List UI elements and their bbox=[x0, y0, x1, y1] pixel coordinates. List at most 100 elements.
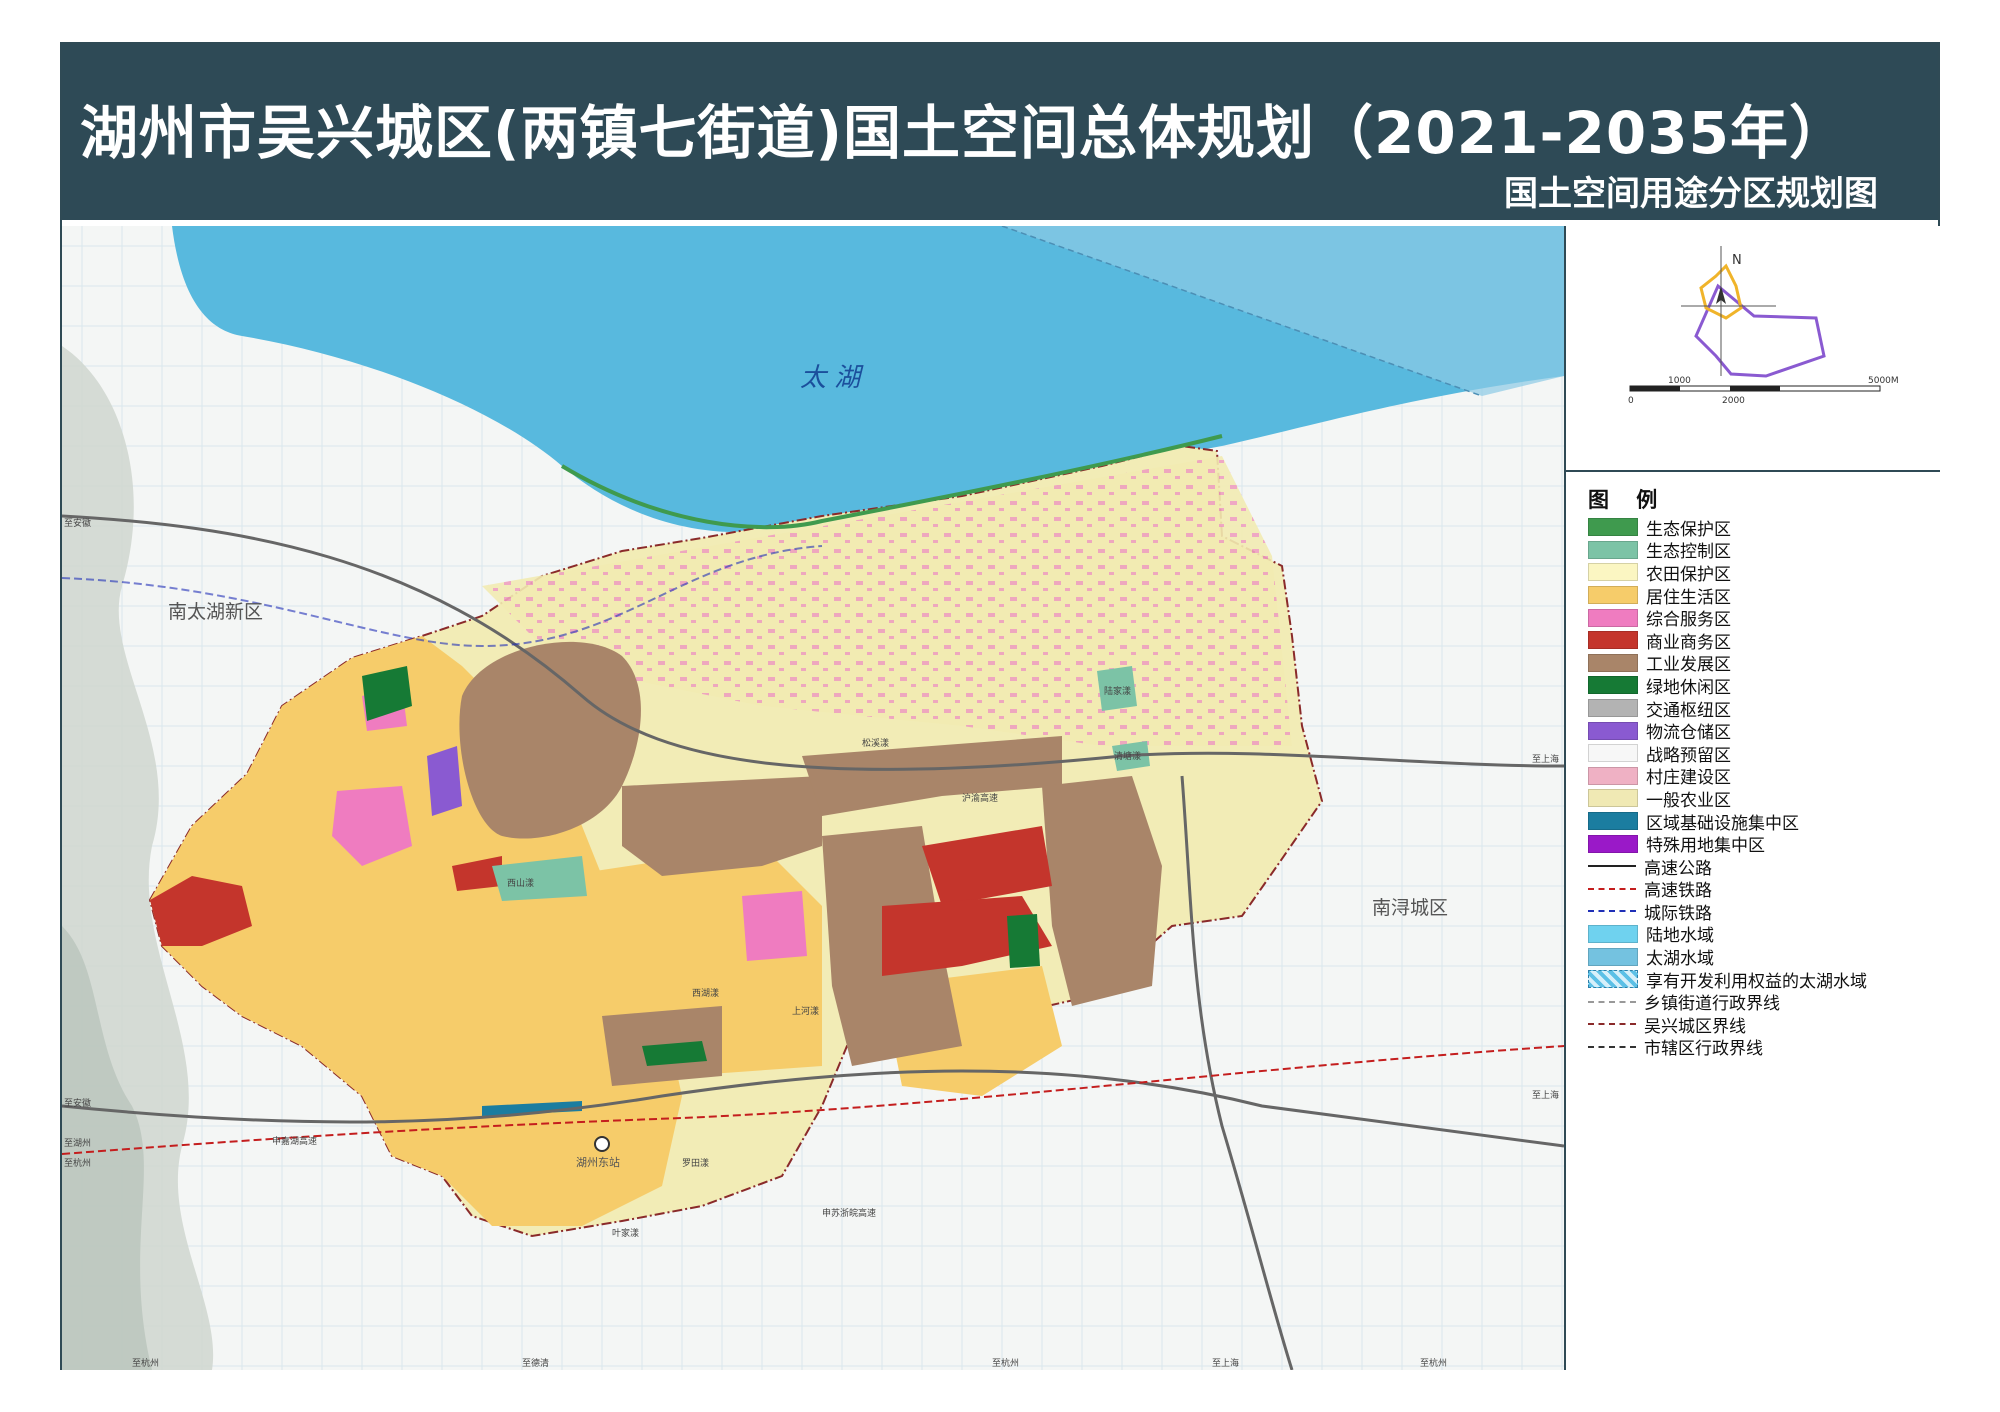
legend-label: 高速公路 bbox=[1644, 858, 1712, 879]
legend-item: 生态保护区 bbox=[1588, 516, 1867, 540]
legend-item: 居住生活区 bbox=[1588, 584, 1867, 608]
road-to-hangzhou-4: 至杭州 bbox=[1420, 1357, 1447, 1369]
legend-label: 区域基础设施集中区 bbox=[1646, 813, 1799, 834]
legend-swatch bbox=[1588, 789, 1638, 808]
legend-swatch bbox=[1588, 881, 1636, 897]
lake-label: 太 湖 bbox=[800, 363, 864, 393]
water-label-songxi: 松溪漾 bbox=[862, 737, 889, 749]
legend-label: 工业发展区 bbox=[1646, 655, 1731, 676]
legend-item: 陆地水域 bbox=[1588, 923, 1867, 946]
legend-swatch bbox=[1588, 586, 1638, 605]
north-label: N bbox=[1732, 253, 1742, 268]
scale-label-0: 0 bbox=[1628, 396, 1634, 406]
legend-swatch bbox=[1588, 518, 1638, 537]
legend-swatch bbox=[1588, 812, 1638, 831]
legend-title: 图 例 bbox=[1588, 488, 1668, 512]
map-frame: 湖州市吴兴城区(两镇七街道)国土空间总体规划（2021-2035年） 国土空间用… bbox=[60, 42, 1940, 1370]
legend-item: 市辖区行政界线 bbox=[1588, 1036, 1867, 1059]
road-to-hangzhou-3: 至杭州 bbox=[992, 1357, 1019, 1369]
legend-item: 区域基础设施集中区 bbox=[1588, 810, 1867, 834]
road-to-anhui-1: 至安徽 bbox=[64, 517, 91, 529]
legend-item: 工业发展区 bbox=[1588, 652, 1867, 675]
road-to-huzhou: 至湖州 bbox=[64, 1138, 91, 1149]
legend-swatch bbox=[1588, 970, 1638, 989]
legend-swatch bbox=[1588, 563, 1638, 582]
legend: 生态保护区 生态控制区 农田保护区 居住生活区 综合服务区 商业商务区 工业发展区 绿地休闲区… bbox=[1588, 516, 1867, 1059]
legend-label: 乡镇街道行政界线 bbox=[1644, 994, 1780, 1015]
scale-label-5000: 5000M bbox=[1868, 376, 1899, 386]
legend-swatch bbox=[1588, 994, 1636, 1010]
legend-swatch bbox=[1588, 744, 1638, 763]
legend-item: 乡镇街道行政界线 bbox=[1588, 990, 1867, 1015]
legend-item: 吴兴城区界线 bbox=[1588, 1013, 1867, 1037]
legend-item: 商业商务区 bbox=[1588, 629, 1867, 653]
legend-swatch bbox=[1588, 721, 1638, 740]
legend-label: 战略预留区 bbox=[1646, 745, 1731, 766]
shenjia-expressway-label: 申嘉湖高速 bbox=[272, 1135, 317, 1147]
service-zone-central bbox=[742, 891, 807, 961]
logistics-zone bbox=[427, 746, 462, 816]
legend-item: 生态控制区 bbox=[1588, 539, 1867, 562]
water-label-yejia: 叶家漾 bbox=[612, 1227, 639, 1239]
water-label-qingtang: 清塘漾 bbox=[1114, 750, 1141, 762]
legend-label: 农田保护区 bbox=[1646, 564, 1731, 585]
legend-item: 享有开发利用权益的太湖水域 bbox=[1588, 968, 1867, 992]
compass-and-scale: N 1000 5000M 0 2000 bbox=[1566, 226, 1940, 472]
legend-label: 生态控制区 bbox=[1646, 542, 1731, 563]
label-nanxun: 南浔城区 bbox=[1372, 897, 1448, 919]
legend-swatch bbox=[1588, 858, 1636, 874]
scale-label-1000: 1000 bbox=[1668, 376, 1691, 386]
map-canvas[interactable]: 太 湖 湖州东站 南太湖新区 南浔城区 至安徽 至安徽 至湖州 至杭州 至杭州 … bbox=[62, 226, 1564, 1370]
road-to-shanghai-1: 至上海 bbox=[1532, 753, 1559, 765]
legend-label: 生态保护区 bbox=[1646, 519, 1731, 540]
legend-item: 交通枢纽区 bbox=[1588, 697, 1867, 721]
legend-item: 特殊用地集中区 bbox=[1588, 832, 1867, 857]
legend-label: 高速铁路 bbox=[1644, 881, 1712, 902]
legend-label: 综合服务区 bbox=[1646, 610, 1731, 631]
legend-label: 陆地水域 bbox=[1646, 926, 1714, 947]
legend-item: 城际铁路 bbox=[1588, 900, 1867, 924]
legend-swatch bbox=[1588, 676, 1638, 695]
green-leisure-east bbox=[1007, 914, 1040, 968]
legend-label: 村庄建设区 bbox=[1646, 768, 1731, 789]
water-label-xishan: 西山漾 bbox=[507, 877, 534, 889]
road-to-hangzhou-1: 至杭州 bbox=[64, 1157, 91, 1169]
scale-label-2000: 2000 bbox=[1722, 396, 1745, 406]
legend-item: 一般农业区 bbox=[1588, 787, 1867, 811]
huzhou-east-station-icon[interactable] bbox=[594, 1136, 610, 1152]
page-title: 湖州市吴兴城区(两镇七街道)国土空间总体规划（2021-2035年） bbox=[80, 99, 1848, 167]
legend-label: 特殊用地集中区 bbox=[1646, 836, 1765, 857]
legend-swatch bbox=[1588, 699, 1638, 718]
legend-label: 城际铁路 bbox=[1644, 903, 1712, 924]
legend-swatch bbox=[1588, 540, 1638, 559]
legend-swatch bbox=[1588, 903, 1636, 919]
legend-label: 一般农业区 bbox=[1646, 790, 1731, 811]
legend-swatch bbox=[1588, 631, 1638, 650]
legend-item: 绿地休闲区 bbox=[1588, 674, 1867, 698]
scale-bar bbox=[1629, 385, 1881, 392]
legend-item: 物流仓储区 bbox=[1588, 719, 1867, 744]
legend-swatch bbox=[1588, 1016, 1636, 1032]
wind-rose-icon bbox=[1681, 246, 1826, 378]
legend-label: 物流仓储区 bbox=[1646, 723, 1731, 744]
legend-label: 太湖水域 bbox=[1646, 949, 1714, 970]
title-banner: 湖州市吴兴城区(两镇七街道)国土空间总体规划（2021-2035年） 国土空间用… bbox=[62, 44, 1938, 220]
legend-label: 市辖区行政界线 bbox=[1644, 1039, 1763, 1060]
legend-item: 村庄建设区 bbox=[1588, 765, 1867, 788]
legend-swatch bbox=[1588, 1039, 1636, 1055]
legend-item: 农田保护区 bbox=[1588, 561, 1867, 585]
legend-label: 享有开发利用权益的太湖水域 bbox=[1646, 971, 1867, 992]
map-subtitle: 国土空间用途分区规划图 bbox=[1504, 174, 1878, 214]
legend-item: 综合服务区 bbox=[1588, 606, 1867, 631]
side-panel: N 1000 5000M 0 2000 图 例 生态保护区 生态控制区 农田保护区居… bbox=[1564, 226, 1940, 1370]
legend-item: 高速公路 bbox=[1588, 855, 1867, 879]
legend-label: 交通枢纽区 bbox=[1646, 700, 1731, 721]
legend-swatch bbox=[1588, 834, 1638, 853]
legend-swatch bbox=[1588, 924, 1638, 943]
legend-label: 吴兴城区界线 bbox=[1644, 1016, 1746, 1037]
road-to-anhui-2: 至安徽 bbox=[64, 1097, 91, 1109]
water-label-xihu: 西湖漾 bbox=[692, 987, 719, 999]
station-label: 湖州东站 bbox=[576, 1155, 620, 1169]
legend-label: 绿地休闲区 bbox=[1646, 677, 1731, 698]
legend-swatch bbox=[1588, 608, 1638, 627]
